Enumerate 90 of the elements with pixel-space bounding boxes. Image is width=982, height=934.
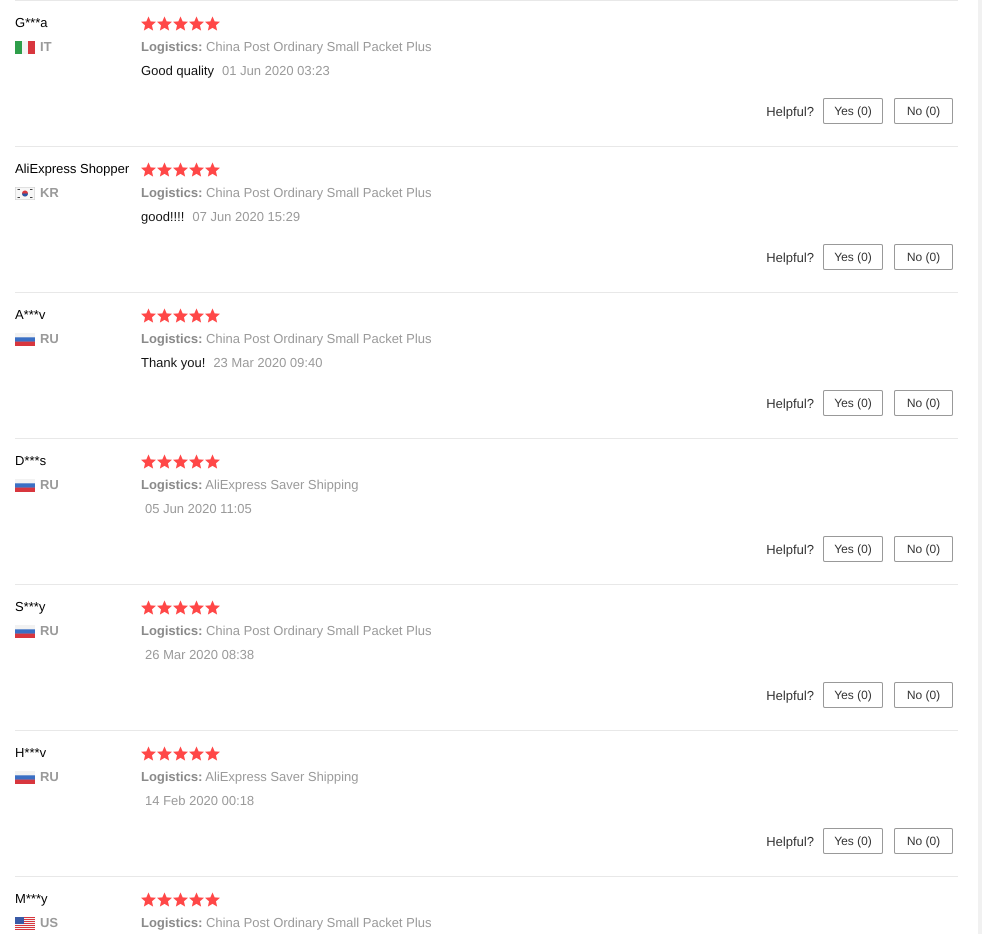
star-icon xyxy=(141,600,156,614)
no-button[interactable]: No (0) xyxy=(894,98,953,124)
country-code: RU xyxy=(40,476,59,494)
star-icon xyxy=(141,892,156,906)
yes-button[interactable]: Yes (0) xyxy=(823,98,883,124)
helpful-label: Helpful? xyxy=(766,249,814,268)
star-icon xyxy=(173,746,188,760)
no-button[interactable]: No (0) xyxy=(894,682,953,708)
reviewer-name: M***y xyxy=(15,890,48,908)
star-icon xyxy=(173,162,188,176)
review-comment: good!!!! xyxy=(141,208,184,226)
star-icon xyxy=(189,600,204,614)
review-date: 23 Mar 2020 09:40 xyxy=(213,354,322,372)
star-icon xyxy=(157,162,172,176)
russian-flag-icon xyxy=(15,770,35,784)
reviewer-name: H***v xyxy=(15,744,46,762)
reviewer-name: AliExpress Shopper xyxy=(15,160,130,178)
star-icon xyxy=(189,162,204,176)
star-icon xyxy=(157,892,172,906)
star-icon xyxy=(205,16,220,30)
russian-flag-icon xyxy=(15,332,35,346)
logistics-info: Logistics: AliExpress Saver Shipping xyxy=(141,476,358,494)
star-icon xyxy=(189,16,204,30)
reviewer-name: G***a xyxy=(15,14,48,32)
helpful-label: Helpful? xyxy=(766,687,814,706)
star-icon xyxy=(189,746,204,760)
star-icon xyxy=(205,600,220,614)
review-comment: Good quality xyxy=(141,62,214,80)
star-icon xyxy=(189,454,204,468)
logistics-info: Logistics: AliExpress Saver Shipping xyxy=(141,768,358,786)
helpful-label: Helpful? xyxy=(766,103,814,122)
yes-button[interactable]: Yes (0) xyxy=(823,828,883,854)
yes-button[interactable]: Yes (0) xyxy=(823,682,883,708)
helpful-label: Helpful? xyxy=(766,541,814,560)
star-icon xyxy=(173,600,188,614)
star-icon xyxy=(173,454,188,468)
star-icon xyxy=(141,454,156,468)
american-flag-icon xyxy=(15,916,35,930)
star-icon xyxy=(205,892,220,906)
korean-flag-icon xyxy=(15,186,35,200)
country-code: IT xyxy=(40,38,52,56)
no-button[interactable]: No (0) xyxy=(894,828,953,854)
country-code: KR xyxy=(40,184,59,202)
star-icon xyxy=(173,892,188,906)
logistics-info: Logistics: China Post Ordinary Small Packet Plus xyxy=(141,184,432,202)
review-date: 01 Jun 2020 03:23 xyxy=(222,62,330,80)
logistics-info: Logistics: China Post Ordinary Small Packet Plus xyxy=(141,38,432,56)
star-icon xyxy=(157,746,172,760)
reviewer-name: S***y xyxy=(15,598,46,616)
country-code: RU xyxy=(40,330,59,348)
review-date: 05 Jun 2020 11:05 xyxy=(145,500,252,518)
review-date: 07 Jun 2020 15:29 xyxy=(192,208,300,226)
logistics-info: Logistics: China Post Ordinary Small Packet Plus xyxy=(141,914,432,932)
star-icon xyxy=(141,746,156,760)
star-icon xyxy=(141,16,156,30)
star-icon xyxy=(205,746,220,760)
russian-flag-icon xyxy=(15,624,35,638)
no-button[interactable]: No (0) xyxy=(894,536,953,562)
yes-button[interactable]: Yes (0) xyxy=(823,244,883,270)
star-icon xyxy=(189,308,204,322)
russian-flag-icon xyxy=(15,478,35,492)
star-icon xyxy=(157,600,172,614)
italian-flag-icon xyxy=(15,40,35,54)
review-comment: Thank you! xyxy=(141,354,206,372)
star-icon xyxy=(173,16,188,30)
reviewer-name: D***s xyxy=(15,452,46,470)
helpful-label: Helpful? xyxy=(766,395,814,414)
star-icon xyxy=(173,308,188,322)
star-icon xyxy=(205,454,220,468)
helpful-label: Helpful? xyxy=(766,833,814,852)
yes-button[interactable]: Yes (0) xyxy=(823,536,883,562)
star-icon xyxy=(157,308,172,322)
yes-button[interactable]: Yes (0) xyxy=(823,390,883,416)
star-icon xyxy=(205,308,220,322)
country-code: RU xyxy=(40,622,59,640)
star-icon xyxy=(141,162,156,176)
star-icon xyxy=(205,162,220,176)
no-button[interactable]: No (0) xyxy=(894,390,953,416)
country-code: RU xyxy=(40,768,59,786)
reviewer-name: A***v xyxy=(15,306,46,324)
star-icon xyxy=(157,454,172,468)
country-code: US xyxy=(40,914,58,932)
review-date: 26 Mar 2020 08:38 xyxy=(145,646,254,664)
review-date: 14 Feb 2020 00:18 xyxy=(145,792,254,810)
star-icon xyxy=(141,308,156,322)
no-button[interactable]: No (0) xyxy=(894,244,953,270)
star-icon xyxy=(157,16,172,30)
logistics-info: Logistics: China Post Ordinary Small Packet Plus xyxy=(141,330,432,348)
star-icon xyxy=(189,892,204,906)
logistics-info: Logistics: China Post Ordinary Small Packet Plus xyxy=(141,622,432,640)
